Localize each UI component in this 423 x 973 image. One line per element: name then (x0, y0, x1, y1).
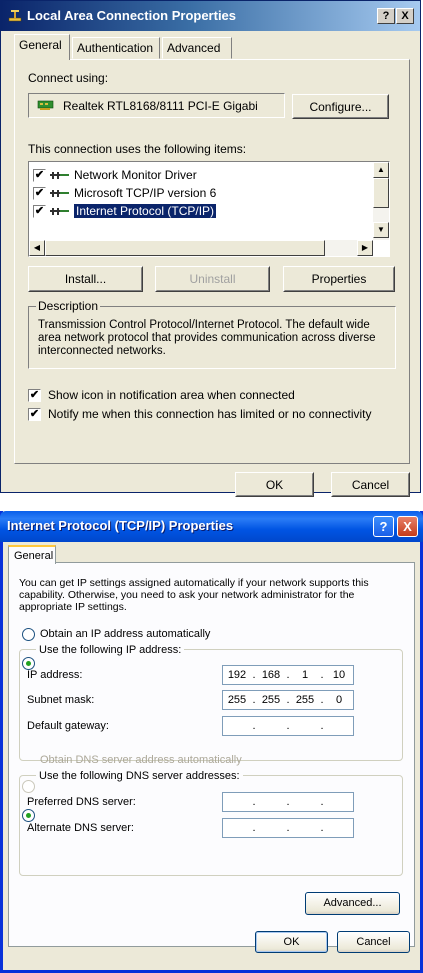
item-checkbox[interactable]: ✔ (33, 186, 46, 200)
vertical-scroll-thumb[interactable] (373, 178, 389, 208)
list-item-selected[interactable]: ✔ Internet Protocol (TCP/IP) (33, 202, 369, 220)
items-label: This connection uses the following items… (28, 142, 247, 156)
scroll-left-arrow-icon[interactable]: ◀ (29, 240, 45, 256)
subnet-octet[interactable]: 255 (223, 694, 251, 706)
subnet-mask-field[interactable]: 255. 255. 255. 0 (222, 690, 354, 710)
components-list[interactable]: ✔ Network Monitor Driver ✔ Microsoft TCP… (28, 161, 390, 257)
vertical-scrollbar[interactable]: ▲ ▼ (373, 162, 389, 240)
scroll-up-arrow-icon[interactable]: ▲ (373, 162, 389, 178)
general-tab-panel (14, 59, 410, 464)
network-component-icon (50, 206, 70, 216)
default-gateway-field[interactable]: . . . (222, 716, 354, 736)
advanced-button[interactable]: Advanced... (305, 892, 400, 915)
obtain-ip-auto-label[interactable]: Obtain an IP address automatically (40, 628, 210, 640)
tab-general[interactable]: General (8, 545, 56, 564)
preferred-dns-field[interactable]: . . . (222, 792, 354, 812)
obtain-ip-auto-radio[interactable] (22, 628, 35, 641)
notify-label[interactable]: Notify me when this connection has limit… (48, 407, 372, 421)
connect-using-label: Connect using: (28, 71, 109, 85)
horizontal-scroll-thumb[interactable] (45, 240, 325, 256)
scroll-down-arrow-icon[interactable]: ▼ (373, 222, 389, 238)
lan-properties-dialog: Local Area Connection Properties ? X Gen… (0, 0, 421, 497)
horizontal-scrollbar[interactable]: ◀ ▶ (29, 240, 373, 256)
ok-button-label: OK (236, 473, 313, 496)
window-title: Internet Protocol (TCP/IP) Properties (7, 518, 234, 533)
subnet-octet[interactable]: 255 (257, 694, 285, 706)
description-text: Transmission Control Protocol/Internet P… (38, 319, 376, 357)
network-component-icon (50, 170, 70, 180)
tab-authentication[interactable]: Authentication (72, 37, 160, 59)
configure-button[interactable]: Configure... (292, 94, 389, 119)
network-adapter-icon (37, 99, 55, 111)
alternate-dns-field[interactable]: . . . (222, 818, 354, 838)
cancel-button[interactable]: Cancel (331, 472, 410, 497)
network-connection-icon (7, 8, 23, 24)
adapter-name: Realtek RTL8168/8111 PCI-E Gigabi (63, 99, 258, 113)
item-label: Internet Protocol (TCP/IP) (74, 204, 217, 218)
list-item[interactable]: ✔ Microsoft TCP/IP version 6 (33, 184, 369, 202)
adapter-field: Realtek RTL8168/8111 PCI-E Gigabi (28, 93, 285, 118)
notify-checkbox[interactable]: ✔ (28, 408, 41, 421)
use-following-ip-label[interactable]: Use the following IP address: (36, 644, 185, 656)
list-item[interactable]: ✔ Network Monitor Driver (33, 166, 369, 184)
ip-address-field[interactable]: 192. 168. 1. 10 (222, 665, 354, 685)
item-label: Microsoft TCP/IP version 6 (74, 186, 217, 200)
help-button[interactable]: ? (377, 8, 395, 24)
ok-button[interactable]: OK (235, 472, 314, 497)
item-checkbox[interactable]: ✔ (33, 168, 46, 182)
ip-octet[interactable]: 192 (223, 669, 251, 681)
uninstall-button-label: Uninstall (156, 267, 269, 291)
close-button[interactable]: X (397, 516, 418, 537)
obtain-dns-auto-label: Obtain DNS server address automatically (40, 754, 242, 766)
help-button[interactable]: ? (373, 516, 394, 537)
install-button-label: Install... (29, 267, 142, 291)
show-icon-checkbox[interactable]: ✔ (28, 389, 41, 402)
info-text: You can get IP settings assigned automat… (19, 577, 369, 613)
network-component-icon (50, 188, 70, 198)
tcpip-properties-dialog: Internet Protocol (TCP/IP) Properties ? … (0, 511, 423, 973)
configure-button-label: Configure... (293, 95, 388, 118)
preferred-dns-label: Preferred DNS server: (27, 796, 136, 808)
properties-button[interactable]: Properties (283, 266, 395, 292)
ip-address-label: IP address: (27, 669, 83, 681)
components-list-items: ✔ Network Monitor Driver ✔ Microsoft TCP… (33, 166, 369, 220)
install-button[interactable]: Install... (28, 266, 143, 292)
ok-button[interactable]: OK (255, 931, 328, 953)
show-icon-label[interactable]: Show icon in notification area when conn… (48, 388, 295, 402)
default-gateway-label: Default gateway: (27, 720, 109, 732)
subnet-octet[interactable]: 255 (291, 694, 319, 706)
alternate-dns-label: Alternate DNS server: (27, 822, 134, 834)
window-title: Local Area Connection Properties (27, 8, 237, 23)
properties-button-label: Properties (284, 267, 394, 291)
subnet-octet[interactable]: 0 (325, 694, 353, 706)
subnet-mask-label: Subnet mask: (27, 694, 95, 706)
tab-advanced[interactable]: Advanced (162, 37, 232, 59)
cancel-button-label: Cancel (332, 473, 409, 496)
tab-general[interactable]: General (14, 34, 70, 60)
ip-octet[interactable]: 1 (291, 669, 319, 681)
cancel-button[interactable]: Cancel (337, 931, 410, 953)
title-bar[interactable]: Internet Protocol (TCP/IP) Properties ? … (0, 511, 423, 542)
ip-octet[interactable]: 10 (325, 669, 353, 681)
use-following-dns-radio[interactable] (22, 809, 35, 822)
title-bar[interactable]: Local Area Connection Properties ? X (1, 1, 420, 31)
item-label: Network Monitor Driver (74, 168, 197, 182)
close-button[interactable]: X (396, 8, 414, 24)
ip-octet[interactable]: 168 (257, 669, 285, 681)
scroll-right-arrow-icon[interactable]: ▶ (357, 240, 373, 256)
use-following-dns-label[interactable]: Use the following DNS server addresses: (36, 770, 243, 782)
uninstall-button: Uninstall (155, 266, 270, 292)
item-checkbox[interactable]: ✔ (33, 204, 46, 218)
description-title: Description (36, 299, 101, 313)
